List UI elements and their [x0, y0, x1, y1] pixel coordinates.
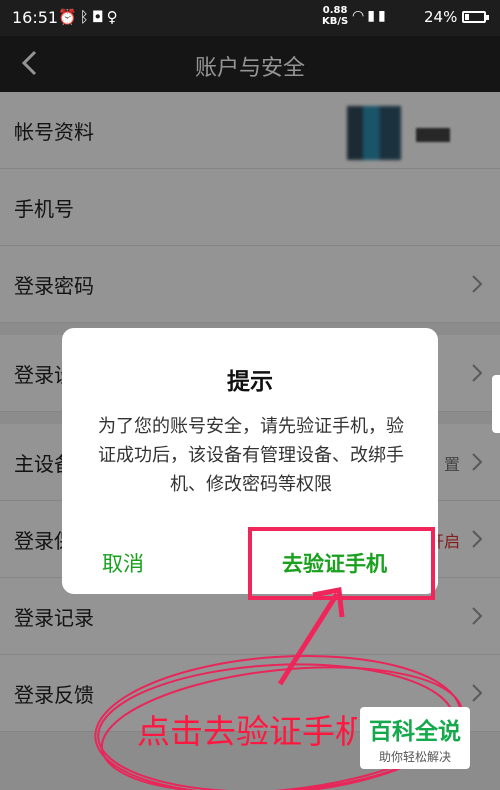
battery-percentage: 24% [424, 8, 458, 26]
watermark-logo: 百科全说 助你轻松解决 [360, 707, 470, 769]
status-right-icons: ◠▮▮ [352, 8, 389, 24]
alarm-icon: ⏰ [58, 8, 80, 26]
network-speed-unit: KB/S [322, 16, 349, 27]
battery-icon [462, 11, 489, 23]
annotation-text: 点击去验证手机 [137, 712, 357, 751]
shield-icon: ◘ [91, 8, 107, 26]
watermark-subtitle: 助你轻松解决 [378, 750, 451, 764]
cancel-button[interactable]: 取消 [102, 548, 144, 578]
highlight-box [248, 527, 435, 600]
signal-icon: ▮ [367, 8, 378, 24]
bluetooth-icon: ᛒ [79, 8, 92, 26]
status-bar: 16:51 ⏰ᛒ◘♀ 0.88 KB/S ◠▮▮ 24% [0, 0, 500, 36]
status-time: 16:51 [12, 8, 59, 27]
status-left-icons: ⏰ᛒ◘♀ [58, 8, 121, 26]
network-speed-value: 0.88 [322, 5, 348, 16]
dialog-title: 提示 [227, 369, 273, 395]
battery-fill [465, 14, 470, 20]
4g-signal-icon: ▮ [377, 8, 389, 24]
wifi-icon: ◠ [352, 8, 368, 24]
qq-icon: ♀ [106, 8, 121, 26]
dialog-message: 为了您的账号安全，请先验证手机，验证成功后，该设备有管理设备、改绑手机、修改密码… [98, 416, 404, 495]
watermark-title: 百科全说 [369, 719, 461, 745]
network-speed: 0.88 KB/S [322, 5, 348, 27]
side-drawer-handle[interactable] [492, 375, 500, 433]
